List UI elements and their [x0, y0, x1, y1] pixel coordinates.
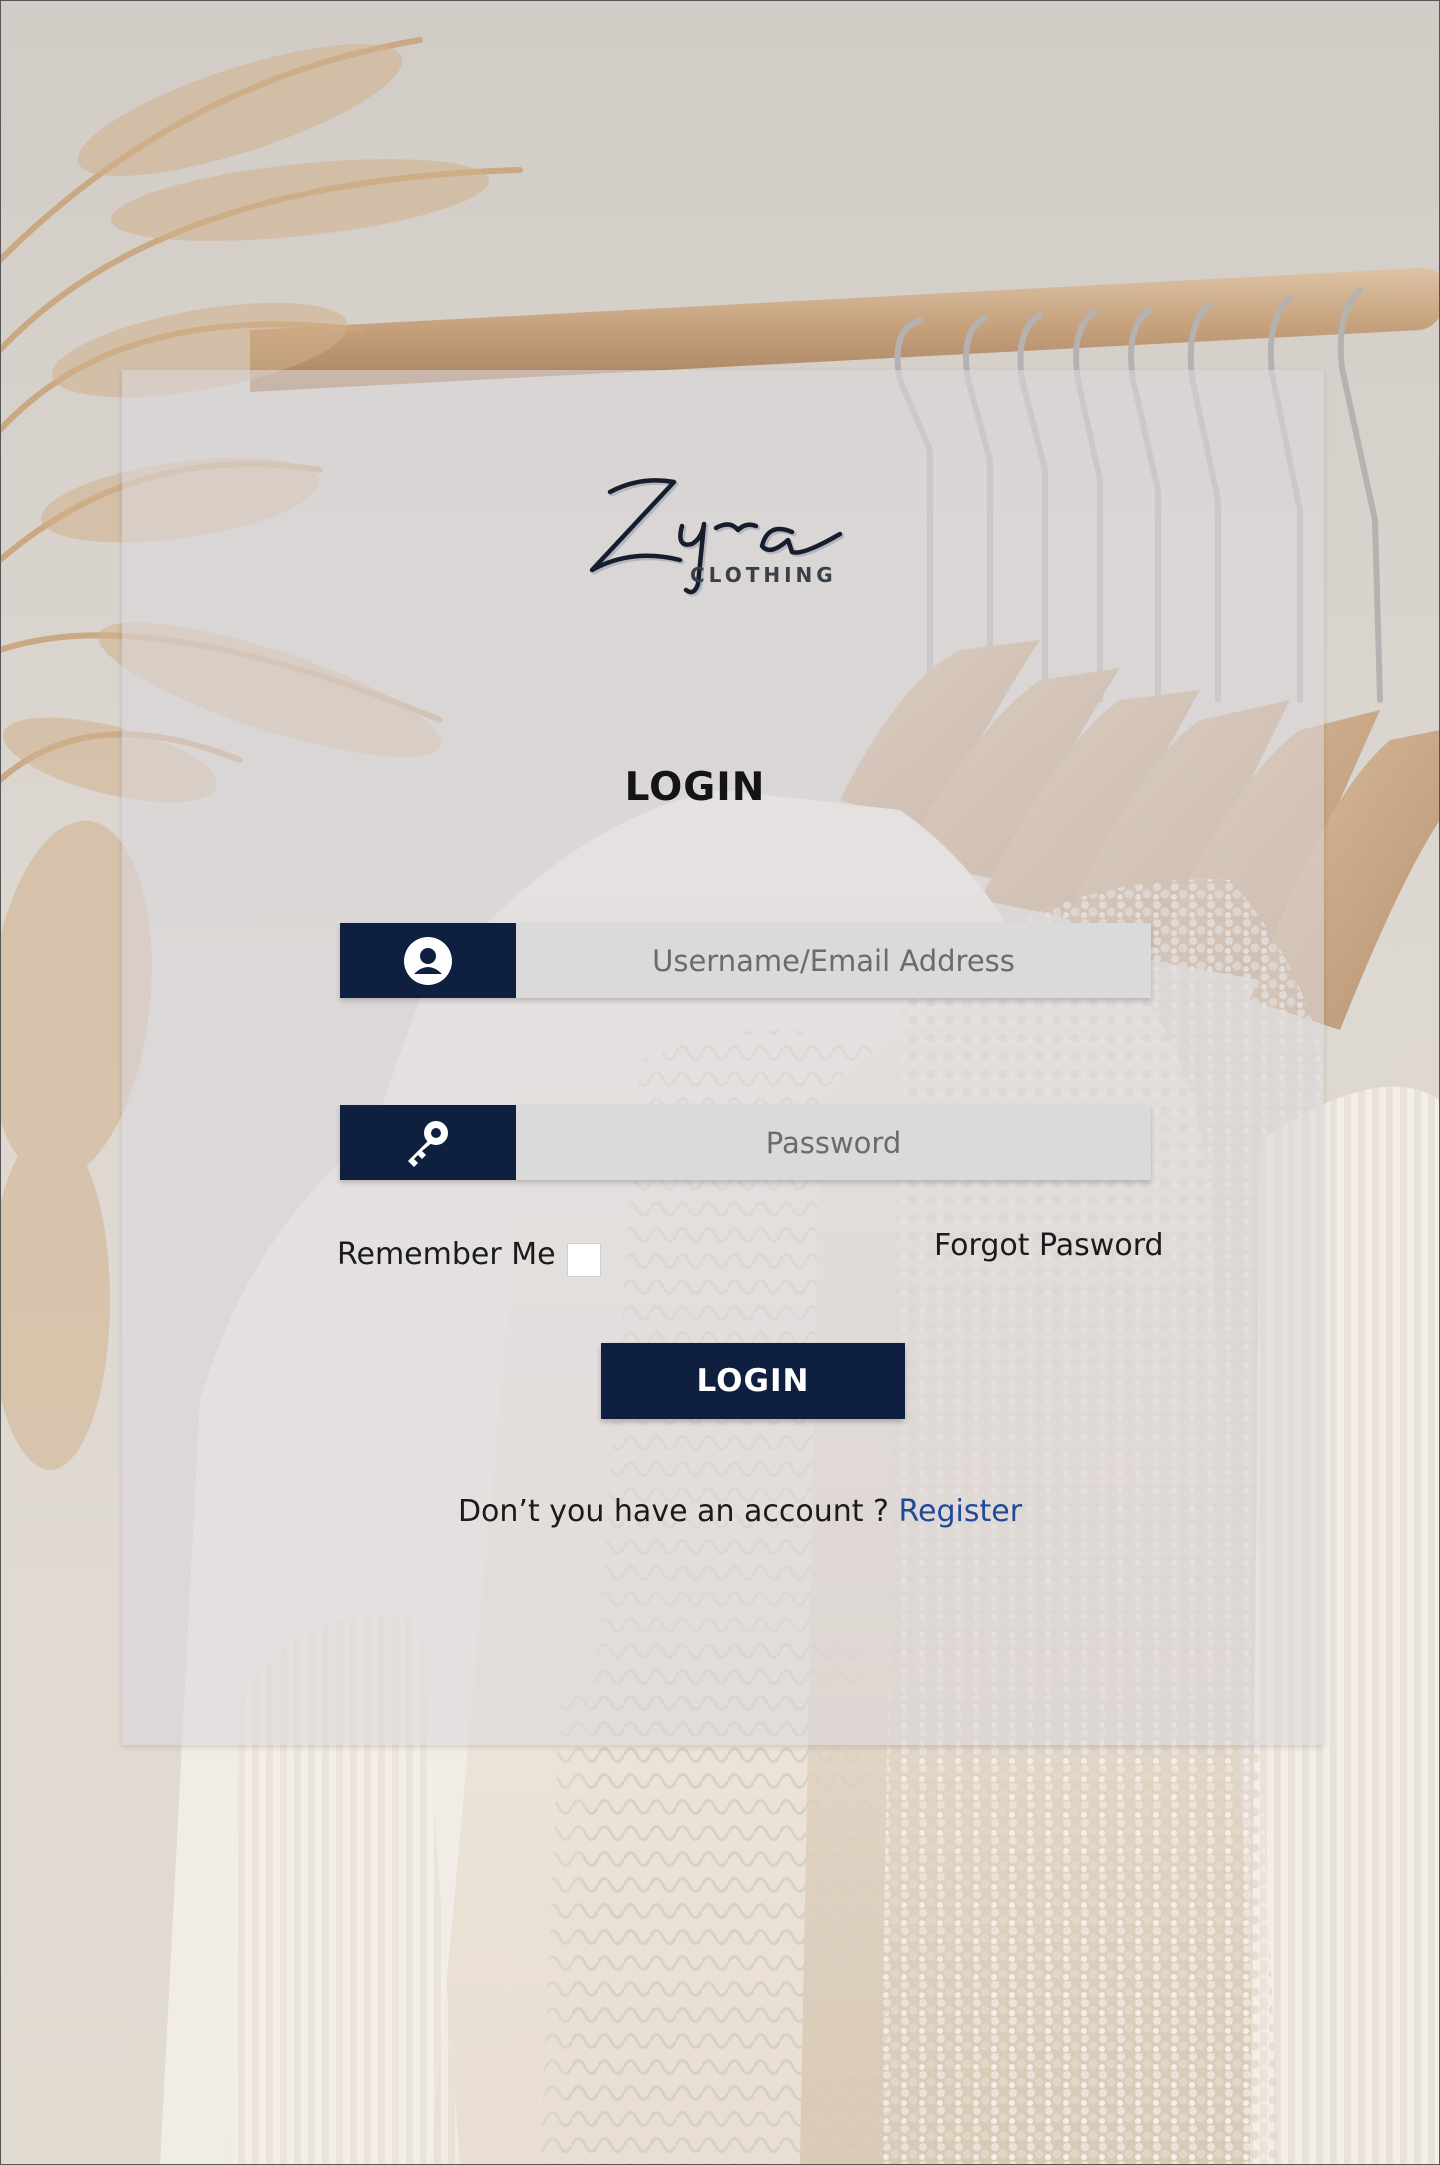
username-field-group — [340, 923, 1151, 998]
register-link[interactable]: Register — [899, 1494, 1023, 1529]
register-prompt-line: Don’t you have an account ? Register — [0, 1494, 1440, 1529]
password-input[interactable] — [516, 1105, 1151, 1180]
username-icon-box — [340, 923, 516, 998]
password-icon-box — [340, 1105, 516, 1180]
register-prompt-text: Don’t you have an account ? — [457, 1494, 889, 1529]
login-heading: LOGIN — [624, 765, 766, 810]
zyra-clothing-logo — [589, 478, 845, 597]
password-field-group — [340, 1105, 1151, 1180]
key-icon — [408, 1120, 448, 1167]
login-button[interactable]: LOGIN — [601, 1343, 905, 1419]
logo-subtitle: CLOTHING — [690, 563, 837, 587]
user-icon — [404, 936, 452, 985]
forgot-password-link[interactable]: Forgot Pasword — [934, 1228, 1164, 1263]
remember-me-checkbox[interactable] — [567, 1243, 601, 1277]
remember-me-label: Remember Me — [337, 1237, 556, 1272]
username-input[interactable] — [516, 923, 1151, 998]
